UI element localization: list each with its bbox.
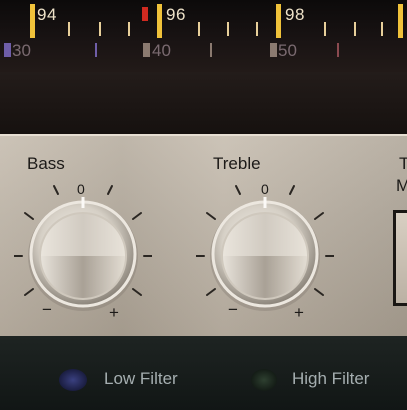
am-marker — [4, 43, 11, 57]
dial-tick — [324, 22, 326, 36]
dial-freq-label: 94 — [37, 5, 57, 24]
bass-label: Bass — [27, 154, 65, 173]
hifi-receiver-photo: 94 96 98 30 40 50 Bass Treble T M 0 − + … — [0, 0, 407, 410]
treble-label: Treble — [213, 154, 261, 173]
dial-tick — [354, 22, 356, 36]
treble-plus-mark: + — [294, 303, 304, 322]
am-marker — [143, 43, 150, 57]
dial-tick — [276, 4, 281, 38]
dial-tick — [68, 22, 70, 36]
dial-tick — [256, 22, 258, 36]
dial-tick — [227, 22, 229, 36]
am-scale-label: 50 — [278, 41, 297, 60]
high-filter-label: High Filter — [292, 369, 370, 388]
bass-knob[interactable] — [14, 183, 152, 321]
am-marker — [270, 43, 277, 57]
dial-freq-label: 98 — [285, 5, 305, 24]
treble-knob[interactable] — [196, 183, 334, 321]
dial-tick — [381, 22, 383, 36]
high-filter-button[interactable] — [251, 369, 277, 391]
next-control-label-2: M — [396, 176, 407, 195]
bass-knob-graphic — [14, 185, 152, 311]
bass-plus-mark: + — [109, 303, 119, 322]
bass-center-mark: 0 — [77, 181, 85, 197]
bass-minus-mark: − — [42, 300, 52, 319]
am-scale-label: 40 — [152, 41, 171, 60]
tuner-dial: 94 96 98 30 40 50 — [0, 0, 407, 72]
partial-display-window — [393, 210, 407, 306]
dial-lower-band — [0, 72, 407, 134]
dial-freq-label: 96 — [166, 5, 186, 24]
treble-minus-mark: − — [228, 300, 238, 319]
am-scale-label: 30 — [12, 41, 31, 60]
dial-tick — [398, 4, 403, 38]
low-filter-button[interactable] — [59, 369, 87, 391]
tuning-pointer — [142, 7, 148, 21]
dial-tick — [198, 22, 200, 36]
treble-center-mark: 0 — [261, 181, 269, 197]
dial-tick — [30, 4, 35, 38]
next-control-label: T — [399, 154, 407, 173]
dial-tick — [157, 4, 162, 38]
dial-tick — [128, 22, 130, 36]
am-dash — [337, 43, 339, 57]
low-filter-label: Low Filter — [104, 369, 178, 388]
dial-tick — [99, 22, 101, 36]
am-dash — [210, 43, 212, 57]
treble-knob-graphic — [196, 185, 334, 311]
am-dash — [95, 43, 97, 57]
